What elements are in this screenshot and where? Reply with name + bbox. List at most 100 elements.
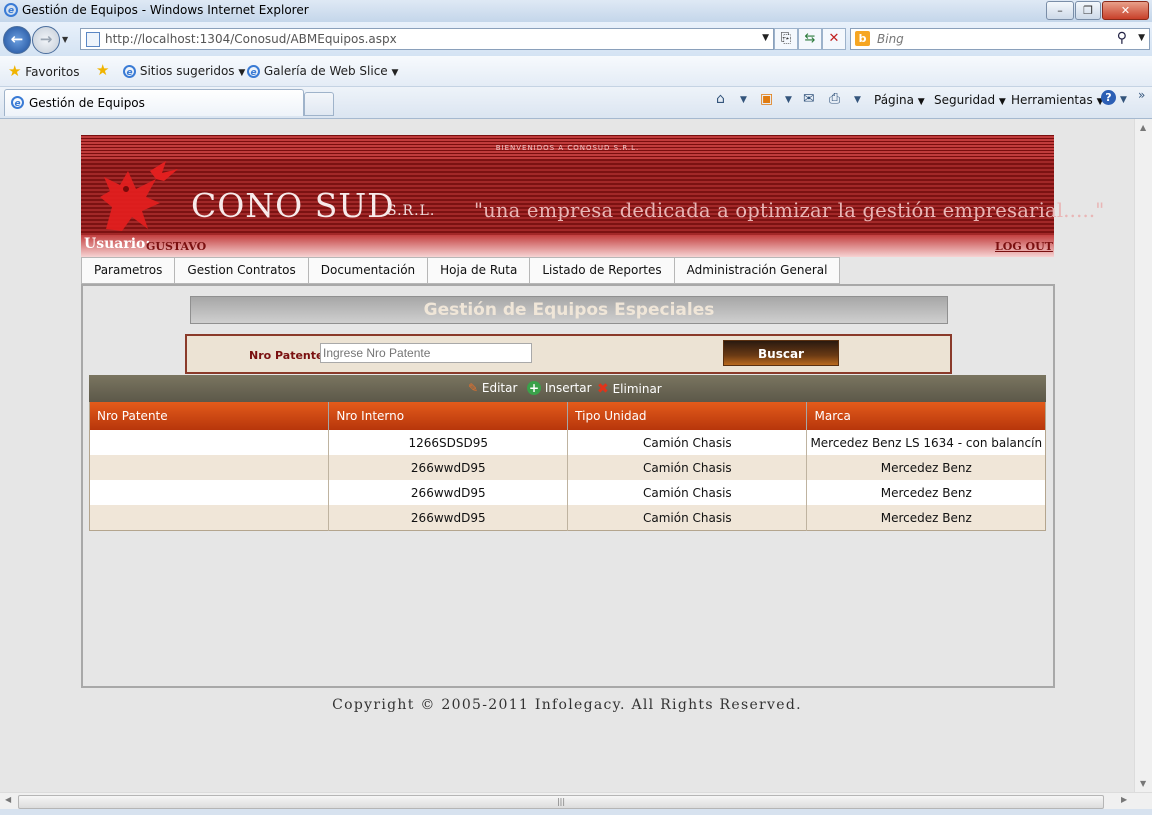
scroll-up-icon[interactable]: ▲ bbox=[1140, 123, 1146, 132]
maximize-button[interactable]: ❐ bbox=[1075, 1, 1101, 20]
menu-seguridad[interactable]: Seguridad ▼ bbox=[934, 93, 1006, 107]
menu-item-gestion-contratos[interactable]: Gestion Contratos bbox=[175, 257, 309, 284]
history-dropdown-icon[interactable]: ▼ bbox=[62, 35, 68, 44]
ie-page-icon: e bbox=[247, 65, 260, 78]
chevron-down-icon: ▼ bbox=[391, 68, 399, 78]
table-row[interactable]: 266wwdD95 Camión Chasis Mercedez Benz bbox=[89, 480, 1046, 505]
minimize-button[interactable]: – bbox=[1046, 1, 1074, 20]
forward-button[interactable]: → bbox=[32, 26, 60, 54]
insert-action[interactable]: + Insertar bbox=[527, 381, 592, 395]
edit-action[interactable]: ✎ Editar bbox=[468, 381, 517, 395]
feeds-dropdown-icon[interactable]: ▼ bbox=[785, 95, 792, 105]
scroll-left-icon[interactable]: ◀ bbox=[5, 795, 11, 804]
favorites-button[interactable]: ★ Favoritos bbox=[8, 62, 79, 80]
column-header-nro-patente[interactable]: Nro Patente bbox=[89, 402, 330, 430]
favorites-bar: ★ Favoritos ★ e Sitios sugeridos ▼ e Gal… bbox=[0, 56, 1152, 87]
menu-item-administracion-general[interactable]: Administración General bbox=[674, 257, 841, 284]
refresh-button[interactable]: ⇆ bbox=[798, 28, 822, 50]
search-panel: Nro Patente: Buscar bbox=[185, 334, 952, 374]
welcome-text: BIENVENIDOS A CONOSUD S.R.L. bbox=[495, 144, 640, 152]
cell-tipo-unidad: Camión Chasis bbox=[567, 430, 808, 455]
menu-item-hoja-de-ruta[interactable]: Hoja de Ruta bbox=[428, 257, 531, 284]
arrow-left-icon: ← bbox=[10, 30, 24, 48]
cell-tipo-unidad: Camión Chasis bbox=[567, 455, 808, 480]
more-chevron-icon[interactable]: » bbox=[1138, 88, 1145, 102]
company-suffix: S.R.L. bbox=[387, 203, 436, 219]
search-placeholder[interactable]: Bing bbox=[877, 32, 904, 46]
arrow-right-icon: → bbox=[39, 30, 53, 48]
fav-item-label: Galería de Web Slice bbox=[263, 64, 388, 78]
address-toolbar: ← → ▼ http://localhost:1304/Conosud/ABME… bbox=[0, 22, 1152, 56]
table-row[interactable]: 266wwdD95 Camión Chasis Mercedez Benz bbox=[89, 455, 1046, 480]
cell-nro-interno: 266wwdD95 bbox=[328, 455, 569, 480]
close-window-button[interactable]: ✕ bbox=[1102, 1, 1149, 20]
refresh-icon: ⇆ bbox=[804, 31, 816, 46]
feeds-icon[interactable]: ▣ bbox=[760, 91, 773, 107]
site-header: BIENVENIDOS A CONOSUD S.R.L. CONO SUD S.… bbox=[81, 135, 1104, 257]
grid-header-row: Nro Patente Nro Interno Tipo Unidad Marc… bbox=[89, 402, 1046, 430]
scroll-down-icon[interactable]: ▼ bbox=[1140, 779, 1146, 788]
vertical-scrollbar[interactable]: ▲ ▼ bbox=[1134, 119, 1152, 792]
column-header-tipo-unidad[interactable]: Tipo Unidad bbox=[567, 402, 808, 430]
company-slogan: "una empresa dedicada a optimizar la ges… bbox=[474, 199, 1105, 222]
search-dropdown-icon[interactable]: ▼ bbox=[1138, 33, 1145, 43]
menu-item-documentacion[interactable]: Documentación bbox=[308, 257, 429, 284]
scroll-right-icon[interactable]: ▶ bbox=[1121, 795, 1127, 804]
compatibility-view-button[interactable]: ⎘ bbox=[774, 28, 798, 50]
menu-herramientas[interactable]: Herramientas ▼ bbox=[1011, 93, 1104, 107]
column-header-marca[interactable]: Marca bbox=[806, 402, 1046, 430]
logout-link[interactable]: LOG OUT bbox=[995, 240, 1053, 253]
add-favorite-icon[interactable]: ★ bbox=[96, 61, 109, 79]
menu-item-listado-reportes[interactable]: Listado de Reportes bbox=[530, 257, 675, 284]
table-row[interactable]: 1266SDSD95 Camión Chasis Mercedez Benz L… bbox=[89, 430, 1046, 455]
compatibility-icon: ⎘ bbox=[780, 31, 792, 46]
copyright-footer: Copyright © 2005-2011 Infolegacy. All Ri… bbox=[332, 697, 802, 713]
fav-item-sitios-sugeridos[interactable]: e Sitios sugeridos ▼ bbox=[123, 64, 245, 78]
print-icon[interactable]: ⎙ bbox=[829, 91, 840, 107]
plus-icon: + bbox=[527, 381, 541, 395]
horizontal-scroll-thumb[interactable]: ||| bbox=[18, 795, 1104, 809]
mail-icon[interactable]: ✉ bbox=[803, 91, 815, 107]
page-icon bbox=[86, 32, 100, 47]
horizontal-scrollbar[interactable]: ◀ ||| ▶ bbox=[0, 792, 1152, 810]
cell-marca: Mercedez Benz bbox=[806, 455, 1046, 480]
ie-page-icon: e bbox=[123, 65, 136, 78]
equipos-grid: Nro Patente Nro Interno Tipo Unidad Marc… bbox=[89, 402, 1046, 531]
delete-action[interactable]: ✖ Eliminar bbox=[597, 381, 662, 397]
help-dropdown-icon[interactable]: ▼ bbox=[1120, 95, 1127, 105]
menu-pagina[interactable]: Página ▼ bbox=[874, 93, 925, 107]
edit-label: Editar bbox=[481, 381, 518, 395]
chevron-down-icon: ▼ bbox=[238, 68, 246, 78]
chevron-down-icon: ▼ bbox=[998, 97, 1006, 107]
cell-nro-interno: 1266SDSD95 bbox=[328, 430, 569, 455]
fav-item-label: Sitios sugeridos bbox=[139, 64, 235, 78]
fav-item-web-slice[interactable]: e Galería de Web Slice ▼ bbox=[247, 64, 398, 78]
search-box[interactable]: b Bing ⚲ ▼ bbox=[850, 28, 1150, 50]
tab-gestion-equipos[interactable]: e Gestión de Equipos bbox=[4, 89, 304, 116]
menu-item-parametros[interactable]: Parametros bbox=[81, 257, 176, 284]
cell-nro-interno: 266wwdD95 bbox=[328, 505, 569, 531]
address-bar[interactable]: http://localhost:1304/Conosud/ABMEquipos… bbox=[80, 28, 774, 50]
search-icon[interactable]: ⚲ bbox=[1117, 30, 1127, 46]
table-row[interactable]: 266wwdD95 Camión Chasis Mercedez Benz bbox=[89, 505, 1046, 531]
column-header-nro-interno[interactable]: Nro Interno bbox=[328, 402, 569, 430]
delete-x-icon: ✖ bbox=[597, 381, 609, 397]
patente-search-input[interactable] bbox=[320, 343, 532, 363]
url-text[interactable]: http://localhost:1304/Conosud/ABMEquipos… bbox=[105, 32, 397, 46]
help-icon[interactable]: ? bbox=[1101, 90, 1116, 105]
url-dropdown-icon[interactable]: ▼ bbox=[762, 33, 769, 43]
home-icon[interactable]: ⌂ bbox=[716, 91, 725, 107]
new-tab-button[interactable] bbox=[304, 92, 334, 116]
buscar-button[interactable]: Buscar bbox=[723, 340, 839, 366]
cell-nro-patente bbox=[89, 480, 330, 505]
menu-herramientas-label: Herramientas bbox=[1011, 93, 1093, 107]
ie-logo-icon: e bbox=[4, 3, 18, 17]
pencil-icon: ✎ bbox=[468, 381, 479, 395]
back-button[interactable]: ← bbox=[3, 26, 31, 54]
stop-button[interactable]: ✕ bbox=[822, 28, 846, 50]
grid-toolbar: ✎ Editar + Insertar ✖ Eliminar bbox=[89, 375, 1046, 402]
cell-tipo-unidad: Camión Chasis bbox=[567, 480, 808, 505]
home-dropdown-icon[interactable]: ▼ bbox=[740, 95, 747, 105]
tab-command-bar: e Gestión de Equipos ⌂ ▼ ▣ ▼ ✉ ⎙ ▼ Págin… bbox=[0, 87, 1152, 119]
print-dropdown-icon[interactable]: ▼ bbox=[854, 95, 861, 105]
